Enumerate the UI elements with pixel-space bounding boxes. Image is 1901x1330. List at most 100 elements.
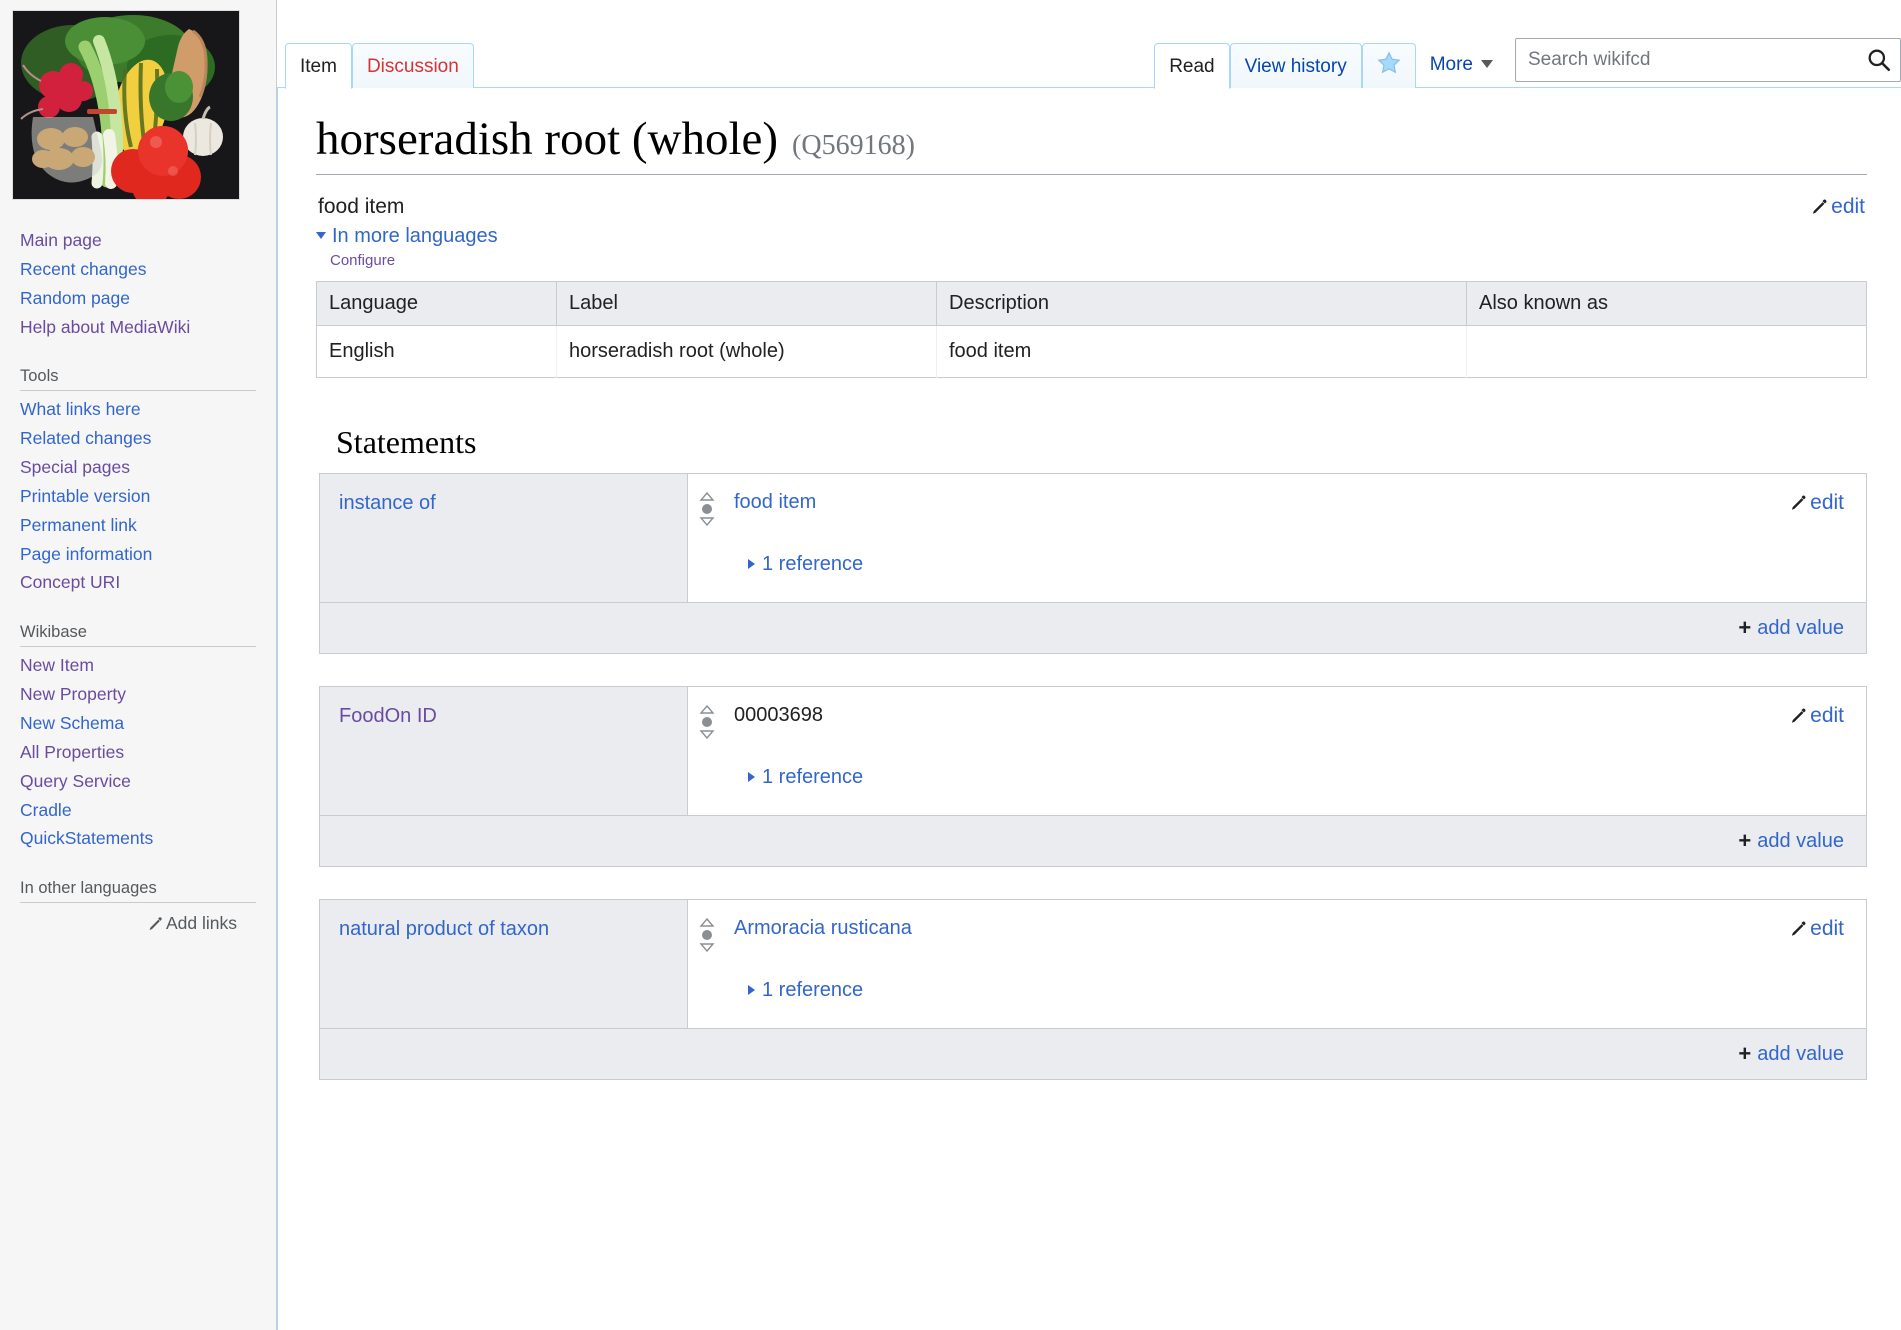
add-value-button[interactable]: + add value — [1738, 1041, 1844, 1066]
sidebar-link[interactable]: QuickStatements — [20, 828, 153, 848]
column-header-label: Label — [556, 281, 937, 326]
sidebar-link[interactable]: Recent changes — [20, 259, 146, 279]
sidebar-item-recent-changes[interactable]: Recent changes — [20, 255, 276, 284]
edit-label: edit — [1810, 916, 1844, 940]
sidebar-item-all-properties[interactable]: All Properties — [20, 738, 276, 767]
property-link[interactable]: instance of — [339, 492, 436, 514]
add-value-label: add value — [1757, 1042, 1844, 1065]
statement-values: Armoracia rusticana edit 1 reference — [688, 900, 1866, 1028]
value-link[interactable]: food item — [734, 491, 816, 513]
tab-item[interactable]: Item — [285, 43, 352, 89]
sidebar-link[interactable]: Permanent link — [20, 515, 137, 535]
toggle-references[interactable]: 1 reference — [748, 553, 863, 575]
toggle-references[interactable]: 1 reference — [748, 766, 863, 788]
sidebar-item-permanent-link[interactable]: Permanent link — [20, 511, 276, 540]
site-logo-container[interactable] — [0, 0, 276, 200]
sidebar-link[interactable]: New Item — [20, 655, 94, 675]
property-link[interactable]: FoodOn ID — [339, 705, 437, 727]
page-title: horseradish root (whole) (Q569168) — [316, 113, 1867, 175]
pencil-icon — [1789, 706, 1808, 725]
wikibase-item-page: Main page Recent changes Random page Hel… — [0, 0, 1901, 1330]
add-links-row[interactable]: Add links — [0, 907, 257, 934]
sidebar-link[interactable]: Special pages — [20, 457, 130, 477]
pencil-icon — [1789, 493, 1808, 512]
sidebar-link[interactable]: New Property — [20, 684, 126, 704]
statement-group-natural-product-of-taxon: natural product of taxon Armoracia rusti… — [319, 898, 1867, 1080]
search-button[interactable] — [1859, 40, 1899, 80]
sidebar-link[interactable]: Main page — [20, 230, 102, 250]
statements-heading: Statements — [336, 423, 477, 460]
sidebar-link[interactable]: Concept URI — [20, 572, 120, 592]
sidebar-link[interactable]: Query Service — [20, 771, 131, 791]
sidebar-item-new-property[interactable]: New Property — [20, 680, 276, 709]
references-row: 1 reference — [688, 531, 1866, 602]
sidebar-link[interactable]: Random page — [20, 288, 130, 308]
vegetables-photo — [13, 11, 239, 199]
property-link[interactable]: natural product of taxon — [339, 918, 549, 940]
tab-view-history[interactable]: View history — [1229, 43, 1362, 88]
sidebar-item-special-pages[interactable]: Special pages — [20, 453, 276, 482]
sidebar-item-printable-version[interactable]: Printable version — [20, 482, 276, 511]
sidebar-item-what-links-here[interactable]: What links here — [20, 395, 276, 424]
sidebar-item-main-page[interactable]: Main page — [20, 226, 276, 255]
sidebar-item-new-schema[interactable]: New Schema — [20, 709, 276, 738]
statement-group-foodon-id: FoodOn ID 00003698 edit 1 reference + ad… — [319, 685, 1867, 867]
sidebar-link[interactable]: Help about MediaWiki — [20, 317, 190, 337]
search-input[interactable] — [1515, 38, 1901, 82]
tab-read[interactable]: Read — [1154, 43, 1230, 89]
statement-property[interactable]: natural product of taxon — [320, 899, 688, 1028]
item-description: food item — [318, 194, 405, 218]
edit-statement-button[interactable]: edit — [1789, 490, 1844, 515]
star-icon[interactable] — [1361, 43, 1416, 88]
statement-property[interactable]: instance of — [320, 473, 688, 602]
sidebar-link[interactable]: Page information — [20, 544, 152, 564]
sidebar-link[interactable]: Printable version — [20, 486, 150, 506]
edit-label: edit — [1831, 194, 1865, 218]
statement-property[interactable]: FoodOn ID — [320, 686, 688, 815]
in-more-languages-toggle[interactable]: In more languages — [316, 225, 498, 248]
tab-discussion[interactable]: Discussion — [351, 43, 474, 88]
add-value-button[interactable]: + add value — [1738, 828, 1844, 853]
view-tabs: Read View history More — [1154, 38, 1901, 89]
sidebar-link[interactable]: Cradle — [20, 800, 72, 820]
value-link[interactable]: Armoracia rusticana — [734, 917, 912, 939]
sidebar-link[interactable]: What links here — [20, 399, 141, 419]
add-value-button[interactable]: + add value — [1738, 614, 1844, 640]
sidebar-link[interactable]: Related changes — [20, 428, 151, 448]
sidebar-item-new-item[interactable]: New Item — [20, 651, 276, 680]
item-description-row: food item edit — [316, 175, 1867, 225]
sidebar-link[interactable]: New Schema — [20, 713, 124, 733]
sidebar-item-related-changes[interactable]: Related changes — [20, 424, 276, 453]
add-value-label: add value — [1757, 829, 1844, 852]
configure-languages-link[interactable]: Configure — [330, 252, 1867, 269]
chevron-right-icon — [748, 984, 755, 995]
site-logo-vegetables-image[interactable] — [12, 10, 240, 200]
sidebar-item-page-information[interactable]: Page information — [20, 540, 276, 569]
item-id: (Q569168) — [792, 130, 915, 161]
chevron-right-icon — [748, 771, 755, 782]
sidebar-item-random-page[interactable]: Random page — [20, 284, 276, 313]
rank-normal-icon[interactable] — [698, 704, 724, 744]
edit-label: edit — [1810, 703, 1844, 727]
sidebar-item-quickstatements[interactable]: QuickStatements — [20, 824, 276, 853]
plus-icon: + — [1738, 614, 1752, 640]
sidebar-item-cradle[interactable]: Cradle — [20, 796, 276, 825]
edit-description-button[interactable]: edit — [1810, 195, 1865, 219]
sidebar-item-query-service[interactable]: Query Service — [20, 767, 276, 796]
sidebar-heading-tools: Tools — [20, 367, 256, 392]
edit-statement-button[interactable]: edit — [1789, 916, 1844, 941]
sidebar-item-concept-uri[interactable]: Concept URI — [20, 568, 276, 597]
cell-also-known-as — [1466, 325, 1867, 378]
tab-more-menu[interactable]: More — [1416, 42, 1505, 88]
sidebar-group-wikibase: New Item New Property New Schema All Pro… — [20, 651, 276, 853]
sidebar-item-help-about-mediawiki[interactable]: Help about MediaWiki — [20, 313, 276, 342]
rank-normal-icon[interactable] — [698, 917, 724, 957]
sidebar-link[interactable]: All Properties — [20, 742, 124, 762]
edit-statement-button[interactable]: edit — [1789, 703, 1844, 728]
statement-values: food item edit 1 reference — [688, 474, 1866, 602]
rank-normal-icon[interactable] — [698, 491, 724, 531]
references-row: 1 reference — [688, 957, 1866, 1028]
add-links-button[interactable]: Add links — [147, 913, 237, 933]
search-icon — [1868, 49, 1891, 72]
toggle-references[interactable]: 1 reference — [748, 979, 863, 1001]
